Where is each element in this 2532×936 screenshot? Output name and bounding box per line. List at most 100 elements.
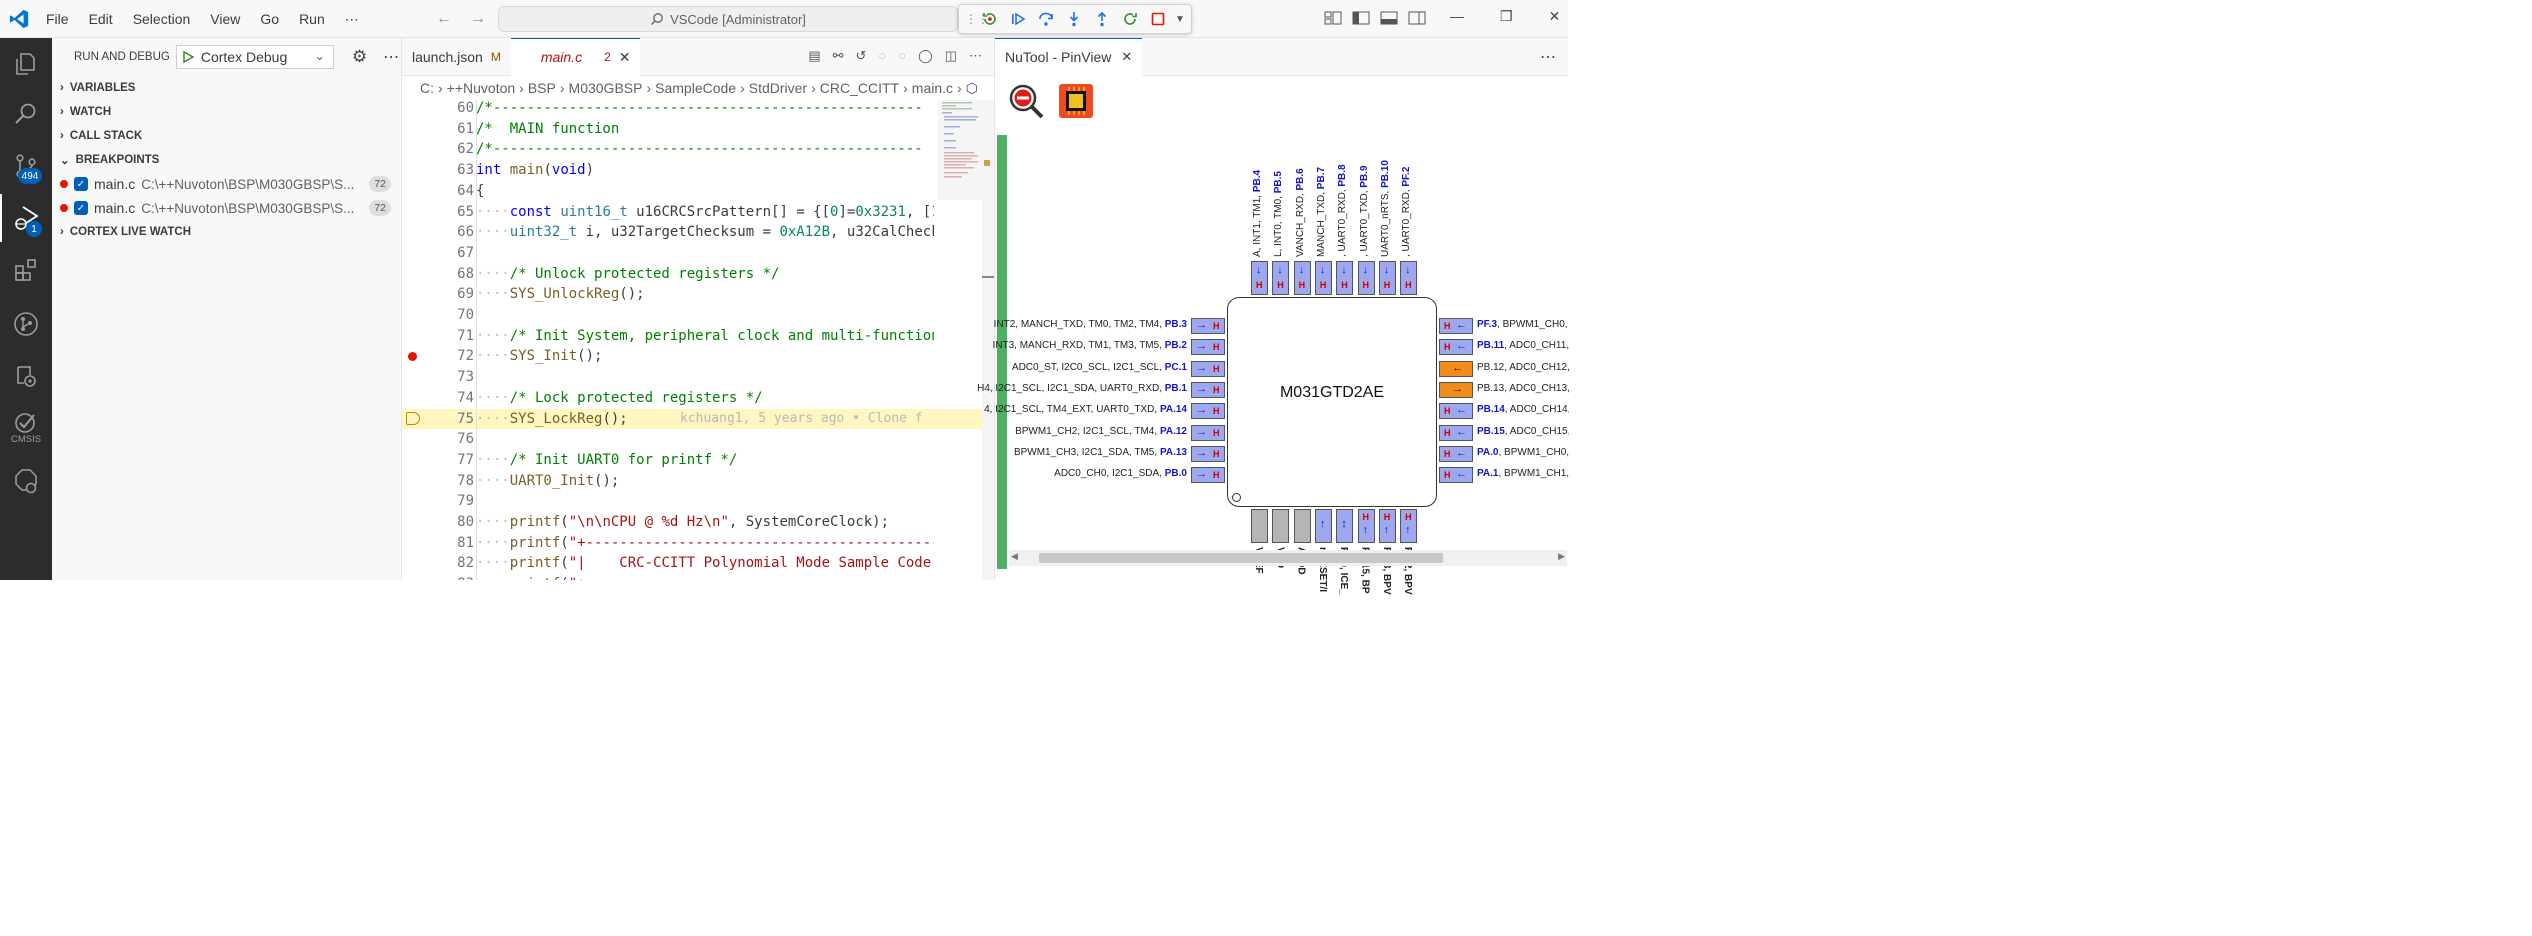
more-actions-icon[interactable]: ⋯ <box>383 47 399 67</box>
step-into-icon[interactable] <box>1063 8 1085 30</box>
run-debug-icon[interactable] <box>0 194 52 242</box>
tab-nutool-pinview[interactable]: NuTool - PinView ✕ <box>995 37 1143 76</box>
git-lens-icon[interactable]: ◯ <box>918 48 933 64</box>
breadcrumb-item[interactable]: StdDriver <box>749 80 807 96</box>
code-line[interactable]: 74 ····/* Lock protected registers */ <box>402 388 994 409</box>
timeline-next-icon[interactable]: ○ <box>898 48 906 64</box>
pin-box[interactable]: H ← <box>1439 318 1473 334</box>
code-line[interactable]: 73 <box>402 367 994 388</box>
pin-box[interactable]: ↓ H <box>1314 261 1332 295</box>
breadcrumb-item[interactable]: main.c <box>912 80 953 96</box>
tab-launch-json[interactable]: launch.json M <box>402 38 511 76</box>
pin-box[interactable]: ↓ H <box>1357 261 1375 295</box>
breadcrumb-item[interactable]: ++Nuvoton <box>447 80 516 96</box>
stop-icon[interactable] <box>1147 8 1169 30</box>
code-line[interactable]: 82 ····printf("| CRC-CCITT Polynomial Mod… <box>402 553 994 574</box>
pin-box[interactable]: H ↑ <box>1357 509 1375 543</box>
pin-box[interactable]: ↓ H <box>1272 261 1290 295</box>
code-line[interactable]: 77 ····/* Init UART0 for printf */ <box>402 450 994 471</box>
pin-box[interactable]: ↓ H <box>1293 261 1311 295</box>
preview-icon[interactable]: ▤ <box>808 48 820 64</box>
code-line[interactable]: 78 ····UART0_Init(); <box>402 471 994 492</box>
breadcrumb-item[interactable]: C: <box>420 80 434 96</box>
pin-box[interactable]: ↓ H <box>1400 261 1418 295</box>
reset-device-icon[interactable] <box>979 8 1001 30</box>
gear-icon[interactable]: ⚙ <box>352 47 367 67</box>
more-actions-icon[interactable]: ⋯ <box>969 48 982 64</box>
tab-main-c[interactable]: main.c 2 ✕ <box>510 38 641 76</box>
code-line[interactable]: 79 <box>402 491 994 512</box>
code-line[interactable]: 69 ····SYS_UnlockReg(); <box>402 284 994 305</box>
breadcrumb-item[interactable]: BSP <box>528 80 556 96</box>
restart-icon[interactable] <box>1119 8 1141 30</box>
code-line[interactable]: 81 ····printf("+-------------------------… <box>402 533 994 554</box>
code-line[interactable]: 70 <box>402 305 994 326</box>
remote-explorer-icon[interactable] <box>0 352 52 400</box>
menu-more[interactable]: ⋯ <box>335 11 369 28</box>
back-arrow-icon[interactable]: ← <box>436 10 452 28</box>
menu-edit[interactable]: Edit <box>79 11 123 27</box>
pin-box[interactable]: → H <box>1191 339 1225 356</box>
close-tab-icon[interactable]: ✕ <box>619 49 631 66</box>
git-graph-icon[interactable] <box>0 300 52 348</box>
breakpoint-item[interactable]: ✓ main.c C:\++Nuvoton\BSP\M030GBSP\S... … <box>52 172 401 196</box>
breadcrumb-item[interactable]: SampleCode <box>655 80 736 96</box>
chip-view-icon[interactable] <box>1057 82 1095 120</box>
customize-layout-icon[interactable] <box>1324 10 1342 26</box>
step-over-icon[interactable] <box>1035 8 1057 30</box>
breakpoint-checkbox[interactable]: ✓ <box>74 177 88 191</box>
continue-icon[interactable] <box>1007 8 1029 30</box>
pin-box[interactable]: H ← <box>1439 339 1473 356</box>
step-out-icon[interactable] <box>1091 8 1113 30</box>
pin-box[interactable]: H ← <box>1439 424 1473 441</box>
menu-selection[interactable]: Selection <box>123 11 201 27</box>
breadcrumb-item[interactable]: CRC_CCITT <box>820 80 899 96</box>
menu-run[interactable]: Run <box>289 11 335 27</box>
code-line[interactable]: 61/* MAIN function <box>402 119 994 140</box>
timeline-prev-icon[interactable]: ○ <box>878 48 886 64</box>
menu-file[interactable]: File <box>36 11 79 27</box>
debug-config-select[interactable]: Cortex Debug ⌄ <box>175 45 334 69</box>
pin-box[interactable]: → H <box>1191 424 1225 441</box>
pin-box[interactable]: H ↑ <box>1378 509 1396 543</box>
section-cortex-live-watch[interactable]: › CORTEX LIVE WATCH <box>52 220 401 244</box>
chevron-down-icon[interactable]: ▼ <box>1175 14 1185 25</box>
code-line[interactable]: 71 ····/* Init System, peripheral clock a… <box>402 326 994 347</box>
code-line[interactable]: 66 ····uint32_t i, u32TargetChecksum = 0x… <box>402 222 994 243</box>
pin-box[interactable]: H ↑ <box>1400 509 1418 543</box>
pin-box[interactable]: ↑ <box>1314 509 1332 543</box>
breakpoint-checkbox[interactable]: ✓ <box>74 201 88 215</box>
pin-box[interactable] <box>1251 509 1268 543</box>
toggle-secondary-sidebar-icon[interactable] <box>1408 10 1426 26</box>
code-line[interactable]: 64{ <box>402 181 994 202</box>
breakpoint-item[interactable]: ✓ main.c C:\++Nuvoton\BSP\M030GBSP\S... … <box>52 196 401 220</box>
section-breakpoints[interactable]: ⌄ BREAKPOINTS <box>52 148 401 172</box>
search-view-icon[interactable] <box>0 90 52 138</box>
pin-box[interactable]: → H <box>1191 360 1225 377</box>
minimap[interactable] <box>938 100 982 200</box>
pin-box[interactable]: H ← <box>1439 467 1473 484</box>
split-editor-icon[interactable]: ◫ <box>945 48 957 64</box>
code-line[interactable]: 83····printf("+-------------------------… <box>402 574 994 580</box>
pin-box[interactable]: H ← <box>1439 445 1473 462</box>
code-line[interactable]: 62/*------------------------------------… <box>402 139 994 160</box>
code-line[interactable]: 65 ····const uint16_t u16CRCSrcPattern[] … <box>402 202 994 223</box>
cmsis-icon[interactable]: CMSIS <box>0 404 52 452</box>
pin-box[interactable]: → H <box>1191 403 1225 420</box>
pin-box[interactable] <box>1293 509 1311 543</box>
section-call-stack[interactable]: › CALL STACK <box>52 124 401 148</box>
timeline-back-icon[interactable]: ↺ <box>856 48 867 64</box>
start-debugging-icon[interactable] <box>181 50 195 64</box>
scrollbar-thumb[interactable] <box>1039 553 1443 563</box>
section-watch[interactable]: › WATCH <box>52 100 401 124</box>
drag-handle-icon[interactable]: ⋮⋮ <box>965 12 989 26</box>
close-tab-icon[interactable]: ✕ <box>1121 49 1132 65</box>
section-variables[interactable]: › VARIABLES <box>52 76 401 100</box>
pin-box[interactable]: ← <box>1439 360 1473 377</box>
pin-box[interactable]: → H <box>1191 318 1225 334</box>
pin-box[interactable]: → <box>1439 381 1473 398</box>
horizontal-scrollbar[interactable]: ◀ ▶ <box>1009 550 1567 566</box>
git-compare-icon[interactable]: ⚯ <box>833 48 844 64</box>
code-line[interactable]: 76 <box>402 429 994 450</box>
command-center[interactable]: VSCode [Administrator] <box>498 6 958 32</box>
